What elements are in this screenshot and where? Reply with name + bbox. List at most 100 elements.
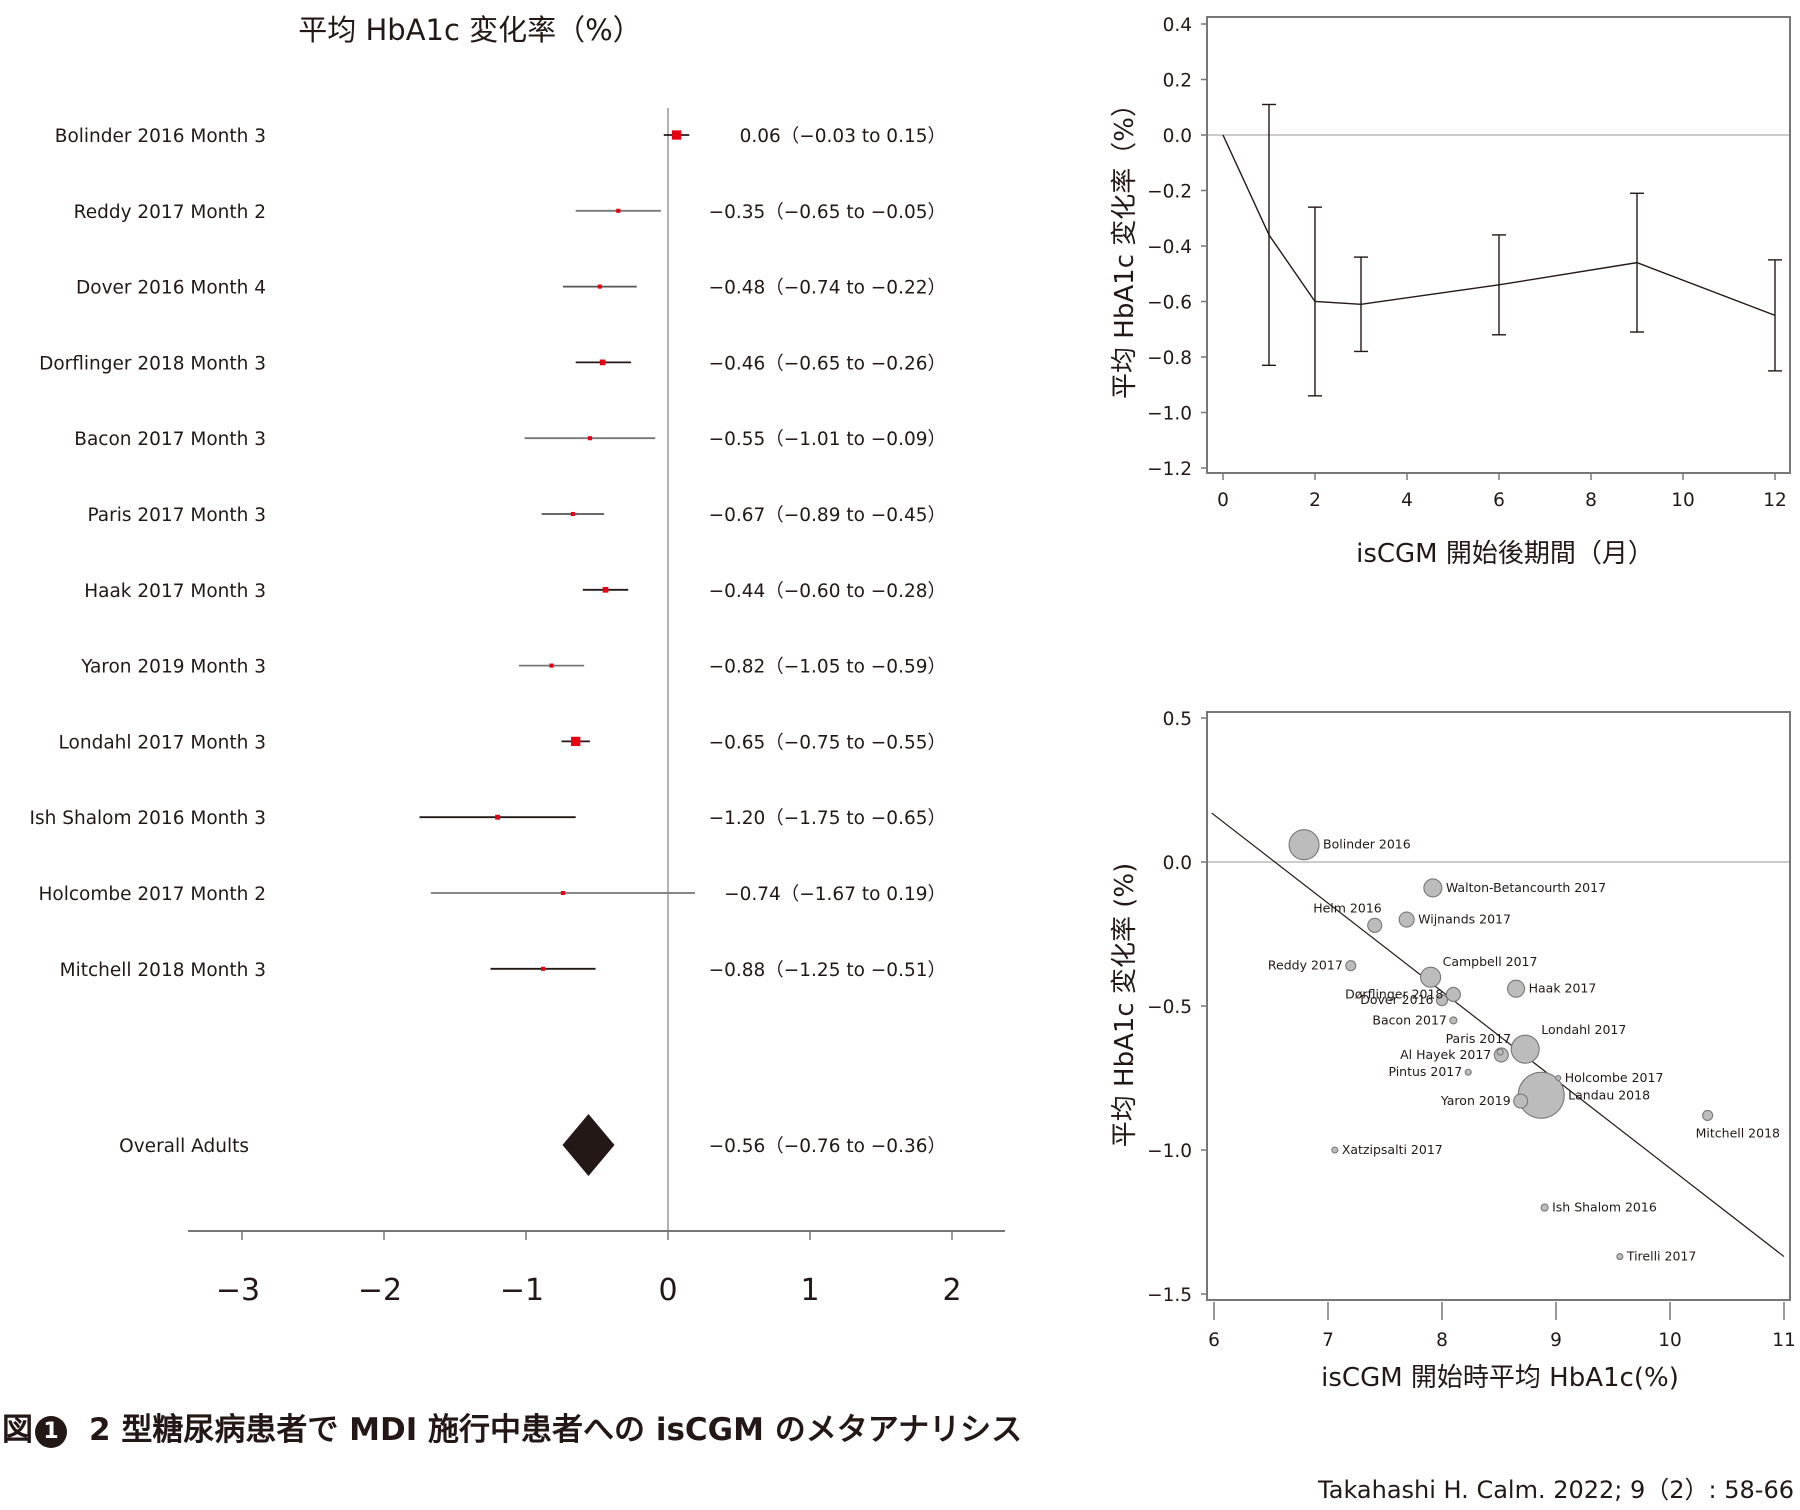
bubble-label: Xatzipsalti 2017 [1342, 1142, 1443, 1157]
bubble-y-tick-label: −1.0 [1147, 1141, 1192, 1162]
line-chart: 0.4 0.2 0.0 −0.2 −0.4 −0.6 −0.8 −1.0 −1.2 0 2 4 6 8 1… [1110, 15, 1791, 569]
caption-number-badge: 1 [35, 1416, 67, 1448]
bubble-label: Landau 2018 [1568, 1087, 1650, 1102]
bubble-point [1464, 1068, 1472, 1076]
line-y-tick-label: −0.2 [1147, 182, 1192, 203]
study-effect-text: −0.65（−0.75 to −0.55） [709, 732, 946, 753]
line-y-tick-label: 0.4 [1163, 15, 1192, 36]
line-x-tick-label: 12 [1763, 490, 1787, 511]
bubble-plot-frame [1206, 711, 1791, 1301]
line-y-tick-label: −0.8 [1147, 348, 1192, 369]
bubble-point [1510, 1034, 1540, 1064]
study-point-marker [549, 663, 554, 668]
bubble-x-tick-label: 11 [1772, 1330, 1796, 1351]
study-effect-text: −1.20（−1.75 to −0.65） [709, 808, 946, 829]
bubble-point [1288, 829, 1320, 861]
bubble-x-tick-label: 10 [1658, 1330, 1682, 1351]
bubble-label: Holcombe 2017 [1565, 1070, 1664, 1085]
forest-x-tick-label: 2 [942, 1273, 961, 1308]
overall-effect-text: −0.56（−0.76 to −0.36） [709, 1136, 946, 1157]
bubble-point [1445, 986, 1461, 1003]
overall-diamond [562, 1114, 615, 1176]
bubble-label: Bacon 2017 [1372, 1012, 1446, 1027]
line-x-tick-label: 0 [1217, 490, 1229, 511]
bubble-point [1420, 966, 1442, 988]
line-y-tick-label: −0.4 [1147, 237, 1192, 258]
study-point-marker [560, 890, 565, 896]
bubble-label: Campbell 2017 [1443, 954, 1538, 969]
bubble-y-tick-label: 0.0 [1163, 853, 1192, 874]
bubble-label: Pintus 2017 [1388, 1064, 1462, 1079]
bubble-point [1449, 1016, 1458, 1025]
bubble-y-tick-label: −0.5 [1147, 997, 1192, 1018]
study-point-marker [571, 736, 581, 747]
study-label: Ish Shalom 2016 Month 3 [30, 808, 266, 829]
study-point-marker [495, 814, 501, 820]
bubble-point [1507, 979, 1526, 998]
bubble-label: Yaron 2019 [1440, 1093, 1511, 1108]
line-y-tick-label: 0.2 [1163, 71, 1192, 92]
bubble-point [1540, 1203, 1549, 1212]
bubble-x-tick-label: 6 [1208, 1330, 1220, 1351]
bubble-x-tick-label: 8 [1436, 1330, 1448, 1351]
bubble-label: Dover 2016 [1360, 992, 1433, 1007]
study-label: Mitchell 2018 Month 3 [60, 960, 266, 981]
line-y-tick-label: −1.0 [1147, 404, 1192, 425]
line-y-axis-label: 平均 HbA1c 変化率（%） [1110, 91, 1140, 399]
bubble-label: Walton-Betancourth 2017 [1446, 880, 1606, 895]
bubble-label: Paris 2017 [1446, 1031, 1512, 1046]
bubble-point [1496, 1048, 1504, 1056]
bubble-label: Bolinder 2016 [1323, 837, 1411, 852]
bubble-label: Al Hayek 2017 [1400, 1047, 1491, 1062]
bubble-label: Wijnands 2017 [1418, 912, 1511, 927]
line-y-tick-label: −1.2 [1147, 459, 1192, 480]
bubble-x-axis-label: isCGM 開始時平均 HbA1c(%) [1321, 1363, 1679, 1393]
bubble-point [1345, 960, 1357, 972]
bubble-point [1493, 1047, 1509, 1063]
bubble-point [1367, 917, 1383, 933]
bubble-point [1423, 878, 1443, 898]
line-x-tick-label: 2 [1309, 490, 1321, 511]
forest-x-tick-label: −1 [500, 1273, 544, 1308]
forest-x-tick-label: −3 [216, 1273, 260, 1308]
bubble-label: Reddy 2017 [1268, 958, 1343, 973]
study-label: Londahl 2017 Month 3 [59, 732, 266, 753]
bubble-point [1513, 1093, 1529, 1109]
bubble-y-axis-label: 平均 HbA1c 変化率 (%) [1110, 863, 1140, 1147]
bubble-point [1616, 1253, 1624, 1261]
bubble-label: Ish Shalom 2016 [1552, 1200, 1657, 1215]
bubble-y-tick-label: 0.5 [1163, 709, 1192, 730]
study-effect-text: −0.82（−1.05 to −0.59） [709, 657, 946, 678]
line-y-tick-label: −0.6 [1147, 293, 1192, 314]
bubble-label: Haak 2017 [1529, 981, 1597, 996]
regression-line [1211, 812, 1785, 1258]
forest-x-tick-label: 0 [658, 1273, 677, 1308]
study-effect-text: −0.88（−1.25 to −0.51） [709, 960, 946, 981]
bubble-label: Helm 2016 [1313, 900, 1382, 915]
figure-caption: 図1 2 型糖尿病患者で MDI 施行中患者への isCGM のメタアナリシス [2, 1404, 1022, 1449]
study-effect-text: −0.74（−1.67 to 0.19） [724, 884, 946, 905]
study-label: Yaron 2019 Month 3 [80, 657, 266, 678]
line-y-tick-label: 0.0 [1163, 126, 1192, 147]
bubble-y-tick-label: −1.5 [1147, 1285, 1192, 1306]
bubble-point [1331, 1146, 1339, 1154]
line-x-tick-label: 8 [1585, 490, 1597, 511]
line-x-tick-label: 10 [1671, 490, 1695, 511]
bubble-point [1398, 911, 1415, 928]
caption-text: 2 型糖尿病患者で MDI 施行中患者への isCGM のメタアナリシス [89, 1412, 1023, 1448]
bubble-label: Londahl 2017 [1541, 1022, 1626, 1037]
bubble-label: Mitchell 2018 [1696, 1125, 1780, 1140]
forest-x-tick-label: −2 [358, 1273, 402, 1308]
bubble-x-tick-label: 7 [1322, 1330, 1334, 1351]
line-x-tick-label: 4 [1401, 490, 1413, 511]
forest-x-tick-label: 1 [800, 1273, 819, 1308]
overall-label: Overall Adults [119, 1136, 249, 1157]
bubble-point [1517, 1071, 1565, 1119]
bubble-point [1435, 994, 1449, 1007]
study-label: Holcombe 2017 Month 2 [39, 884, 266, 905]
bubble-point [1555, 1074, 1562, 1082]
bubble-x-tick-label: 9 [1550, 1330, 1562, 1351]
bubble-point [1702, 1109, 1714, 1121]
caption-prefix: 図 [2, 1412, 33, 1448]
bubble-label: Dørflinger 2018 [1345, 986, 1443, 1001]
